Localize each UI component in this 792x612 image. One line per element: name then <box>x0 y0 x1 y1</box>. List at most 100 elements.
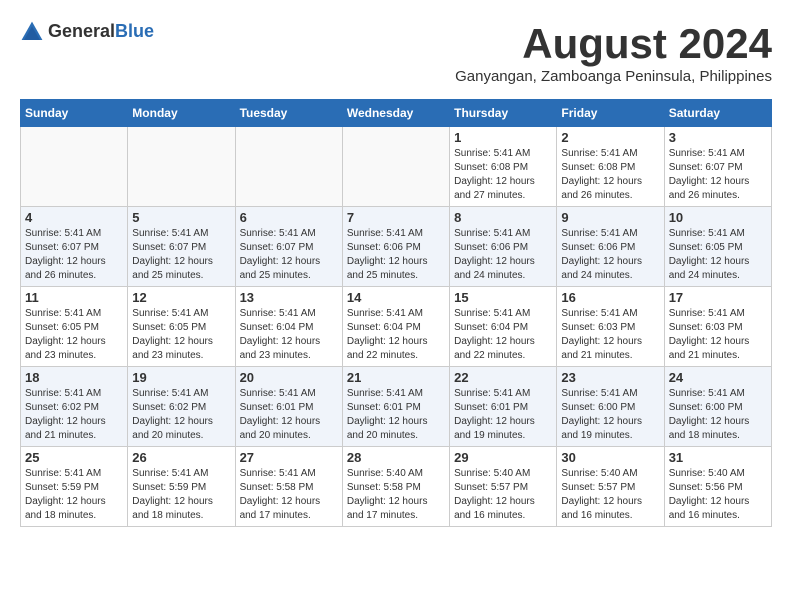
logo-text-blue: Blue <box>115 21 154 41</box>
day-info: Sunrise: 5:41 AMSunset: 6:06 PMDaylight:… <box>347 227 445 283</box>
day-number: 25 <box>25 450 123 465</box>
day-info: Sunrise: 5:41 AMSunset: 6:06 PMDaylight:… <box>454 227 552 283</box>
day-info: Sunrise: 5:41 AMSunset: 6:05 PMDaylight:… <box>25 307 123 363</box>
calendar-cell: 16 Sunrise: 5:41 AMSunset: 6:03 PMDayligh… <box>557 287 664 367</box>
day-number: 9 <box>561 210 659 225</box>
day-number: 22 <box>454 370 552 385</box>
day-number: 8 <box>454 210 552 225</box>
calendar-cell: 15 Sunrise: 5:41 AMSunset: 6:04 PMDayligh… <box>450 287 557 367</box>
calendar-table: SundayMondayTuesdayWednesdayThursdayFrid… <box>20 99 772 527</box>
column-header-monday: Monday <box>128 100 235 127</box>
logo-icon <box>20 20 44 44</box>
calendar-cell: 12 Sunrise: 5:41 AMSunset: 6:05 PMDayligh… <box>128 287 235 367</box>
calendar-week-row: 11 Sunrise: 5:41 AMSunset: 6:05 PMDayligh… <box>21 287 772 367</box>
day-number: 20 <box>240 370 338 385</box>
calendar-cell: 2Sunrise: 5:41 AMSunset: 6:08 PMDaylight… <box>557 127 664 207</box>
calendar-cell: 31 Sunrise: 5:40 AMSunset: 5:56 PMDayligh… <box>664 447 771 527</box>
day-info: Sunrise: 5:41 AMSunset: 6:00 PMDaylight:… <box>669 387 767 443</box>
calendar-cell: 28 Sunrise: 5:40 AMSunset: 5:58 PMDayligh… <box>342 447 449 527</box>
calendar-cell: 13Sunrise: 5:41 AMSunset: 6:04 PMDayligh… <box>235 287 342 367</box>
day-number: 17 <box>669 290 767 305</box>
day-number: 21 <box>347 370 445 385</box>
day-info: Sunrise: 5:41 AMSunset: 6:08 PMDaylight:… <box>454 147 552 203</box>
day-number: 18 <box>25 370 123 385</box>
calendar-cell <box>342 127 449 207</box>
day-info: Sunrise: 5:41 AMSunset: 6:05 PMDaylight:… <box>132 307 230 363</box>
day-number: 13 <box>240 290 338 305</box>
day-number: 6 <box>240 210 338 225</box>
calendar-cell: 8 Sunrise: 5:41 AMSunset: 6:06 PMDaylight… <box>450 207 557 287</box>
calendar-cell: 22Sunrise: 5:41 AMSunset: 6:01 PMDayligh… <box>450 367 557 447</box>
day-number: 5 <box>132 210 230 225</box>
calendar-cell: 26 Sunrise: 5:41 AMSunset: 5:59 PMDayligh… <box>128 447 235 527</box>
day-info: Sunrise: 5:41 AMSunset: 6:02 PMDaylight:… <box>25 387 123 443</box>
day-number: 16 <box>561 290 659 305</box>
day-info: Sunrise: 5:41 AMSunset: 6:02 PMDaylight:… <box>132 387 230 443</box>
day-number: 28 <box>347 450 445 465</box>
day-info: Sunrise: 5:41 AMSunset: 6:07 PMDaylight:… <box>25 227 123 283</box>
day-info: Sunrise: 5:41 AMSunset: 6:07 PMDaylight:… <box>240 227 338 283</box>
calendar-week-row: 1 Sunrise: 5:41 AMSunset: 6:08 PMDaylight… <box>21 127 772 207</box>
calendar-cell: 9 Sunrise: 5:41 AMSunset: 6:06 PMDaylight… <box>557 207 664 287</box>
day-number: 4 <box>25 210 123 225</box>
calendar-header-row: SundayMondayTuesdayWednesdayThursdayFrid… <box>21 100 772 127</box>
day-number: 23 <box>561 370 659 385</box>
calendar-cell: 18 Sunrise: 5:41 AMSunset: 6:02 PMDayligh… <box>21 367 128 447</box>
day-info: Sunrise: 5:41 AMSunset: 6:07 PMDaylight:… <box>132 227 230 283</box>
day-number: 2 <box>561 130 659 145</box>
calendar-cell: 4 Sunrise: 5:41 AMSunset: 6:07 PMDaylight… <box>21 207 128 287</box>
calendar-cell: 14Sunrise: 5:41 AMSunset: 6:04 PMDayligh… <box>342 287 449 367</box>
calendar-week-row: 25 Sunrise: 5:41 AMSunset: 5:59 PMDayligh… <box>21 447 772 527</box>
day-number: 30 <box>561 450 659 465</box>
column-header-sunday: Sunday <box>21 100 128 127</box>
column-header-wednesday: Wednesday <box>342 100 449 127</box>
location-subtitle: Ganyangan, Zamboanga Peninsula, Philippi… <box>455 68 772 85</box>
day-info: Sunrise: 5:40 AMSunset: 5:56 PMDaylight:… <box>669 467 767 523</box>
day-info: Sunrise: 5:41 AMSunset: 6:06 PMDaylight:… <box>561 227 659 283</box>
month-title: August 2024 <box>455 20 772 68</box>
day-info: Sunrise: 5:41 AMSunset: 6:04 PMDaylight:… <box>347 307 445 363</box>
day-info: Sunrise: 5:41 AMSunset: 5:58 PMDaylight:… <box>240 467 338 523</box>
day-info: Sunrise: 5:41 AMSunset: 6:00 PMDaylight:… <box>561 387 659 443</box>
title-area: August 2024 Ganyangan, Zamboanga Peninsu… <box>455 20 772 95</box>
calendar-cell: 25Sunrise: 5:41 AMSunset: 5:59 PMDayligh… <box>21 447 128 527</box>
day-number: 24 <box>669 370 767 385</box>
logo-text-general: General <box>48 21 115 41</box>
column-header-thursday: Thursday <box>450 100 557 127</box>
calendar-cell: 23 Sunrise: 5:41 AMSunset: 6:00 PMDayligh… <box>557 367 664 447</box>
day-number: 31 <box>669 450 767 465</box>
calendar-cell: 21 Sunrise: 5:41 AMSunset: 6:01 PMDayligh… <box>342 367 449 447</box>
day-info: Sunrise: 5:41 AMSunset: 6:07 PMDaylight:… <box>669 147 767 203</box>
calendar-cell <box>235 127 342 207</box>
day-info: Sunrise: 5:41 AMSunset: 6:03 PMDaylight:… <box>669 307 767 363</box>
column-header-tuesday: Tuesday <box>235 100 342 127</box>
day-number: 27 <box>240 450 338 465</box>
calendar-cell: 11 Sunrise: 5:41 AMSunset: 6:05 PMDayligh… <box>21 287 128 367</box>
day-info: Sunrise: 5:41 AMSunset: 6:03 PMDaylight:… <box>561 307 659 363</box>
day-info: Sunrise: 5:41 AMSunset: 6:05 PMDaylight:… <box>669 227 767 283</box>
day-number: 12 <box>132 290 230 305</box>
day-info: Sunrise: 5:41 AMSunset: 5:59 PMDaylight:… <box>132 467 230 523</box>
calendar-week-row: 4 Sunrise: 5:41 AMSunset: 6:07 PMDaylight… <box>21 207 772 287</box>
calendar-cell: 3 Sunrise: 5:41 AMSunset: 6:07 PMDaylight… <box>664 127 771 207</box>
day-number: 15 <box>454 290 552 305</box>
calendar-cell: 19Sunrise: 5:41 AMSunset: 6:02 PMDayligh… <box>128 367 235 447</box>
day-number: 26 <box>132 450 230 465</box>
calendar-cell <box>21 127 128 207</box>
day-info: Sunrise: 5:40 AMSunset: 5:58 PMDaylight:… <box>347 467 445 523</box>
calendar-cell <box>128 127 235 207</box>
calendar-cell: 1 Sunrise: 5:41 AMSunset: 6:08 PMDaylight… <box>450 127 557 207</box>
calendar-cell: 30Sunrise: 5:40 AMSunset: 5:57 PMDayligh… <box>557 447 664 527</box>
calendar-cell: 29Sunrise: 5:40 AMSunset: 5:57 PMDayligh… <box>450 447 557 527</box>
day-info: Sunrise: 5:41 AMSunset: 6:04 PMDaylight:… <box>454 307 552 363</box>
logo: GeneralBlue <box>20 20 154 44</box>
day-number: 1 <box>454 130 552 145</box>
day-number: 7 <box>347 210 445 225</box>
day-number: 3 <box>669 130 767 145</box>
calendar-week-row: 18 Sunrise: 5:41 AMSunset: 6:02 PMDayligh… <box>21 367 772 447</box>
day-info: Sunrise: 5:40 AMSunset: 5:57 PMDaylight:… <box>454 467 552 523</box>
calendar-cell: 20 Sunrise: 5:41 AMSunset: 6:01 PMDayligh… <box>235 367 342 447</box>
day-info: Sunrise: 5:41 AMSunset: 6:01 PMDaylight:… <box>240 387 338 443</box>
day-info: Sunrise: 5:41 AMSunset: 6:01 PMDaylight:… <box>347 387 445 443</box>
day-number: 11 <box>25 290 123 305</box>
